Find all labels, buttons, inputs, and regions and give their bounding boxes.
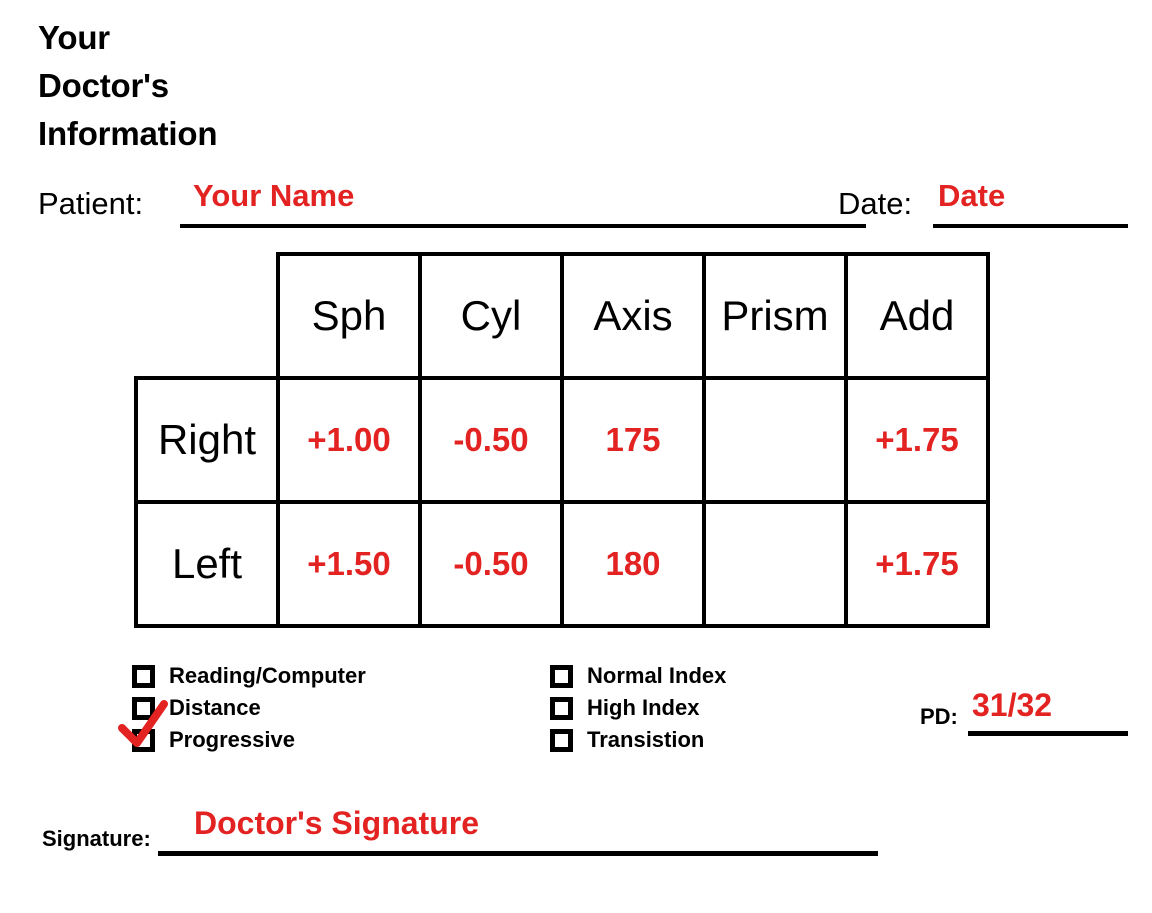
signature-underline — [158, 851, 878, 856]
option-transistion[interactable]: Transistion — [550, 724, 726, 756]
column-header-sph: Sph — [276, 252, 422, 380]
doctor-info-line-3: Information — [38, 115, 218, 152]
table-row: Right +1.00 -0.50 175 +1.75 — [134, 376, 990, 504]
right-sph-value[interactable]: +1.00 — [276, 376, 422, 504]
signature-value[interactable]: Doctor's Signature — [194, 805, 479, 842]
patient-label: Patient: — [38, 186, 144, 221]
row-header-left: Left — [134, 500, 280, 628]
checkbox-icon[interactable] — [550, 664, 573, 688]
left-sph-value[interactable]: +1.50 — [276, 500, 422, 628]
table-corner-blank — [136, 254, 278, 378]
column-header-add: Add — [844, 252, 990, 380]
right-prism-value[interactable] — [702, 376, 848, 504]
checkbox-icon[interactable] — [132, 664, 155, 688]
option-label: Progressive — [169, 727, 295, 752]
signature-label: Signature: — [42, 826, 151, 851]
patient-underline — [180, 224, 866, 228]
right-add-value[interactable]: +1.75 — [844, 376, 990, 504]
left-axis-value[interactable]: 180 — [560, 500, 706, 628]
option-normal-index[interactable]: Normal Index — [550, 660, 726, 692]
option-label: Reading/Computer — [169, 663, 366, 688]
pd-value[interactable]: 31/32 — [972, 687, 1052, 724]
checkbox-icon[interactable] — [132, 696, 155, 720]
option-label: Normal Index — [587, 663, 727, 688]
option-high-index[interactable]: High Index — [550, 692, 726, 724]
doctor-information-heading: Your Doctor's Information — [38, 14, 298, 158]
column-header-prism: Prism — [702, 252, 848, 380]
option-label: High Index — [587, 695, 700, 720]
left-prism-value[interactable] — [702, 500, 848, 628]
checkbox-icon[interactable] — [132, 728, 155, 752]
pd-field: PD: 31/32 — [920, 680, 1135, 736]
option-distance[interactable]: Distance — [132, 692, 366, 724]
checkbox-icon[interactable] — [550, 696, 573, 720]
checkbox-icon[interactable] — [550, 728, 573, 752]
option-reading-computer[interactable]: Reading/Computer — [132, 660, 366, 692]
signature-field: Signature: Doctor's Signature — [42, 800, 892, 856]
column-header-axis: Axis — [560, 252, 706, 380]
option-label: Distance — [169, 695, 261, 720]
pd-underline — [968, 731, 1128, 736]
doctor-info-line-1: Your — [38, 19, 110, 56]
row-header-right: Right — [134, 376, 280, 504]
table-header-row: Sph Cyl Axis Prism Add — [136, 252, 990, 380]
pd-label: PD: — [920, 704, 958, 729]
right-axis-value[interactable]: 175 — [560, 376, 706, 504]
doctor-info-line-2: Doctor's — [38, 67, 169, 104]
date-value[interactable]: Date — [938, 178, 1005, 214]
option-progressive[interactable]: Progressive — [118, 700, 366, 756]
patient-name-value[interactable]: Your Name — [193, 178, 354, 214]
option-label: Transistion — [587, 727, 705, 752]
right-cyl-value[interactable]: -0.50 — [418, 376, 564, 504]
table-row: Left +1.50 -0.50 180 +1.75 — [134, 500, 990, 628]
prescription-table: Sph Cyl Axis Prism Add Right +1.00 -0.50… — [134, 252, 990, 628]
lens-type-options-column: Reading/Computer Distance Progressive — [118, 660, 366, 756]
left-cyl-value[interactable]: -0.50 — [418, 500, 564, 628]
lens-index-options-column: Normal Index High Index Transistion — [550, 660, 726, 756]
patient-date-row: Patient: Your Name Date: Date — [38, 178, 1128, 228]
left-add-value[interactable]: +1.75 — [844, 500, 990, 628]
column-header-cyl: Cyl — [418, 252, 564, 380]
date-underline — [933, 224, 1128, 228]
date-label: Date: — [838, 186, 913, 221]
